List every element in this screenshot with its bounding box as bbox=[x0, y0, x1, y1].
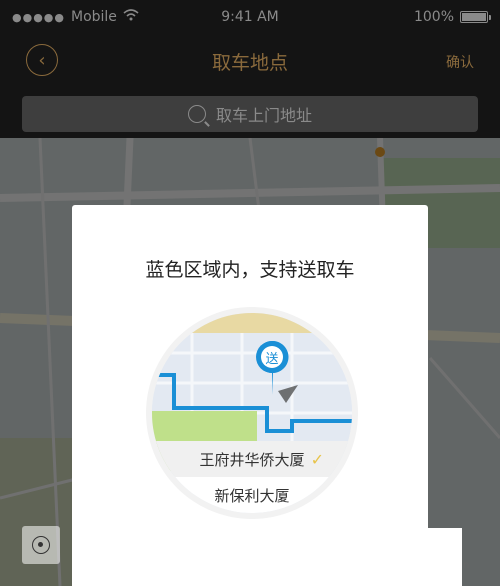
locate-icon bbox=[32, 536, 50, 554]
checkmark-icon: ✓ bbox=[310, 449, 324, 469]
address-options: 王府井华侨大厦 ✓ 新保利大厦 bbox=[152, 441, 352, 513]
battery-percent: 100% bbox=[413, 9, 454, 25]
white-patch bbox=[392, 528, 462, 586]
corner-text: n bbox=[463, 560, 470, 571]
search-icon bbox=[187, 105, 206, 123]
confirm-button[interactable]: 确认 bbox=[446, 52, 474, 72]
search-placeholder: 取车上门地址 bbox=[215, 106, 312, 125]
battery-info: 100% bbox=[413, 9, 491, 25]
search-bar[interactable]: 取车上门地址 bbox=[22, 96, 478, 132]
option-label: 新保利大厦 bbox=[214, 486, 290, 505]
option-wangfujing[interactable]: 王府井华侨大厦 ✓ bbox=[152, 441, 352, 477]
modal-title: 蓝色区域内，支持送取车 bbox=[145, 259, 355, 281]
battery-icon bbox=[460, 11, 491, 23]
pin-label: 送 bbox=[265, 352, 278, 367]
page-title: 取车地点 bbox=[211, 52, 288, 74]
service-area-modal: 蓝色区域内，支持送取车 送 王府井华侨大厦 ✓ 新保利大厦 bbox=[72, 205, 428, 586]
illustration-circle: 送 王府井华侨大厦 ✓ 新保利大厦 bbox=[152, 313, 352, 513]
locate-button[interactable] bbox=[22, 526, 60, 564]
nav-bar: ‹ 取车地点 确认 bbox=[0, 36, 500, 88]
option-xinbaoli[interactable]: 新保利大厦 bbox=[152, 477, 352, 513]
status-bar: ●●●●● Mobile 9:41 AM 100% bbox=[0, 0, 500, 36]
option-label: 王府井华侨大厦 bbox=[199, 450, 305, 469]
